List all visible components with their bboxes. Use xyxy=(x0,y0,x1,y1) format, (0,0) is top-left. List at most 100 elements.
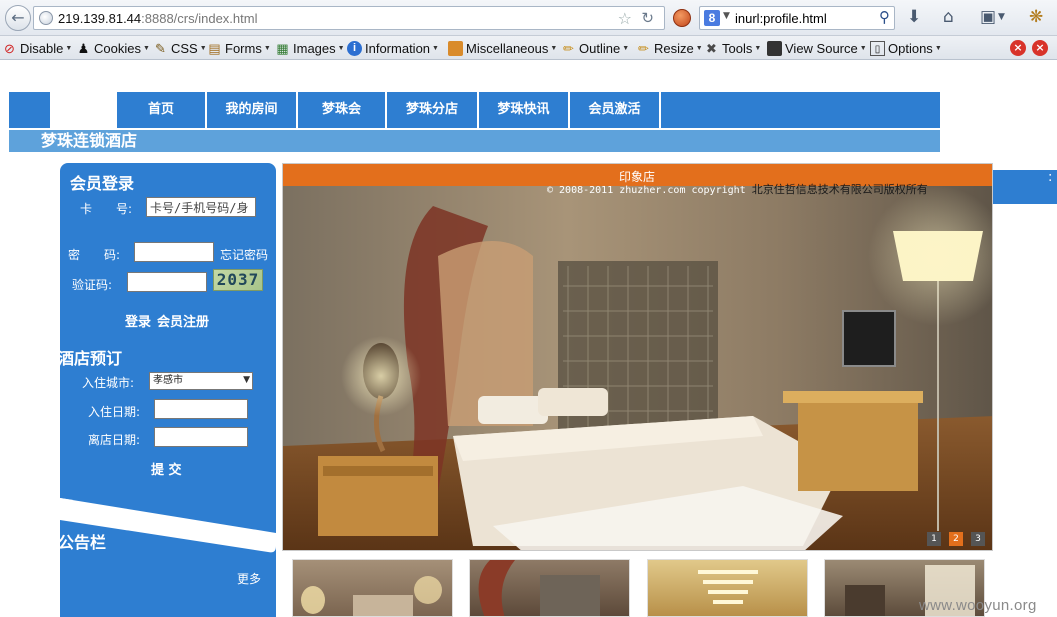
devbar-cookies[interactable]: ♟ Cookies ▼ xyxy=(76,39,150,57)
notice-more-link[interactable]: 更多 xyxy=(237,570,261,587)
devbar-miscellaneous[interactable]: Miscellaneous ▼ xyxy=(448,39,557,57)
banner-slideshow: 印象店 © 2008-2011 zhuzher.com copyright 北京… xyxy=(282,163,993,551)
bookmarks-dropdown-icon[interactable]: ▼ xyxy=(998,12,1005,22)
search-bar[interactable]: 8 ▼ inurl:profile.html ⚲ xyxy=(699,6,895,30)
nav-news[interactable]: 梦珠快讯 xyxy=(477,92,568,128)
panel-divider-overlay xyxy=(60,498,276,553)
card-number-input[interactable]: 卡号/手机号码/身 xyxy=(146,197,256,217)
chevron-down-icon: ▼ xyxy=(754,44,762,52)
download-icon[interactable]: ⬇ xyxy=(907,7,921,27)
bookmark-star-icon[interactable]: ☆ xyxy=(618,9,632,28)
devbar-tools-label: Tools xyxy=(722,40,753,56)
captcha-image[interactable]: 2037 xyxy=(213,269,263,291)
chevron-down-icon: ▼ xyxy=(337,44,345,52)
password-input[interactable] xyxy=(134,242,214,262)
nav-mengzhu-club[interactable]: 梦珠会 xyxy=(296,92,385,128)
thumbnail-1-image xyxy=(301,576,442,616)
chevron-down-icon: ▼ xyxy=(263,44,271,52)
chevron-down-icon: ▼ xyxy=(199,44,207,52)
devbar-resize[interactable]: ✏ Resize ▼ xyxy=(636,39,703,57)
reload-icon[interactable]: ↻ xyxy=(641,9,654,27)
hotel-title-bar: 梦珠连锁酒店 xyxy=(9,130,940,152)
thumbnail-2-image xyxy=(478,560,600,616)
watermark: www.wooyun.org xyxy=(919,597,1037,614)
checkout-date-input[interactable] xyxy=(154,427,248,447)
url-host: 219.139.81.44 xyxy=(58,11,142,26)
banner-copyright: © 2008-2011 zhuzher.com copyright 北京住哲信息… xyxy=(547,181,928,197)
chevron-down-icon: ▼ xyxy=(142,44,150,52)
login-link[interactable]: 登录 xyxy=(125,311,151,330)
outline-pencil-icon: ✏ xyxy=(563,40,574,56)
devbar-outline-label: Outline xyxy=(579,40,621,56)
address-bar[interactable]: 219.139.81.44:8888/crs/index.html ☆ ↻ xyxy=(33,6,665,30)
devbar-view-source-label: View Source xyxy=(785,40,858,56)
devbar-css[interactable]: ✎ CSS ▼ xyxy=(153,39,207,57)
images-picture-icon: ▦ xyxy=(276,40,289,56)
devbar-miscellaneous-label: Miscellaneous xyxy=(466,40,549,56)
register-link[interactable]: 会员注册 xyxy=(157,311,209,330)
chevron-down-icon: ▼ xyxy=(65,44,73,52)
view-source-icon xyxy=(767,40,782,56)
back-arrow-icon[interactable]: ← xyxy=(5,5,31,31)
hotel-name: 梦珠连锁酒店 xyxy=(41,131,138,150)
devbar-options-label: Options xyxy=(888,40,933,56)
browser-navbar: ← 219.139.81.44:8888/crs/index.html ☆ ↻ … xyxy=(0,0,1057,36)
city-select-value: 孝感市 xyxy=(153,375,183,386)
hotel-room-photo[interactable] xyxy=(283,186,993,551)
devbar-options[interactable]: ▯ Options ▼ xyxy=(870,39,942,57)
slide-page-3[interactable]: 3 xyxy=(971,532,985,546)
nav-home[interactable]: 首页 xyxy=(115,92,205,128)
clipped-nav-edge: : xyxy=(1048,170,1053,185)
checkin-label: 入住日期: xyxy=(88,405,141,419)
copyright-en: © 2008-2011 zhuzher.com copyright xyxy=(547,185,746,196)
disable-toolbar-icon[interactable]: × xyxy=(1010,40,1026,56)
slide-page-1[interactable]: 1 xyxy=(927,532,941,546)
city-select[interactable]: 孝感市 ▼ xyxy=(149,372,253,390)
nav-member-activation[interactable]: 会员激活 xyxy=(568,92,661,128)
close-toolbar-icon[interactable]: × xyxy=(1032,40,1048,56)
devbar-images[interactable]: ▦ Images ▼ xyxy=(275,39,345,57)
options-icon: ▯ xyxy=(870,40,885,56)
chevron-down-icon: ▼ xyxy=(622,44,630,52)
booking-title: 酒店预订 xyxy=(58,349,123,368)
card-label: 卡 号: xyxy=(80,202,133,216)
chevron-down-icon: ▼ xyxy=(432,44,439,52)
url-text[interactable]: 219.139.81.44:8888/crs/index.html xyxy=(58,11,257,26)
devbar-view-source[interactable]: View Source ▼ xyxy=(767,39,867,57)
addon-stop-icon[interactable] xyxy=(673,9,691,27)
login-booking-panel: 会员登录 卡 号: 卡号/手机号码/身 密 码: 忘记密码 验证码: 2037 … xyxy=(58,163,276,537)
submit-booking-button[interactable]: 提 交 xyxy=(151,459,182,478)
nav-branches[interactable]: 梦珠分店 xyxy=(385,92,477,128)
devbar-information-label: Information xyxy=(365,40,431,56)
city-label: 入住城市: xyxy=(82,376,135,390)
search-engine-dropdown-icon[interactable]: ▼ xyxy=(723,11,730,21)
thumbnail-1[interactable] xyxy=(292,559,453,617)
chevron-down-icon: ▼ xyxy=(243,375,250,385)
devbar-forms[interactable]: ▤ Forms ▼ xyxy=(207,39,271,57)
devbar-disable[interactable]: ⊘ Disable ▼ xyxy=(2,39,72,57)
devbar-information[interactable]: i Information ▼ xyxy=(347,39,439,57)
devbar-outline[interactable]: ✏ Outline ▼ xyxy=(561,39,629,57)
search-magnifier-icon[interactable]: ⚲ xyxy=(879,8,890,26)
home-icon[interactable]: ⌂ xyxy=(943,7,954,27)
devbar-tools[interactable]: ✖ Tools ▼ xyxy=(704,39,761,57)
devbar-css-label: CSS xyxy=(171,40,198,56)
copyright-cn: 北京住哲信息技术有限公司版权所有 xyxy=(751,183,928,196)
forgot-password-link[interactable]: 忘记密码 xyxy=(220,246,268,263)
captcha-input[interactable] xyxy=(127,272,207,292)
search-engine-icon[interactable]: 8 xyxy=(704,10,720,26)
cookies-icon: ♟ xyxy=(77,40,90,56)
search-query[interactable]: inurl:profile.html xyxy=(735,11,827,26)
nav-my-room[interactable]: 我的房间 xyxy=(205,92,296,128)
checkin-date-input[interactable] xyxy=(154,399,248,419)
slide-page-2[interactable]: 2 xyxy=(949,532,963,546)
bookmarks-menu-icon[interactable]: ▣ xyxy=(980,7,996,27)
miscellaneous-icon xyxy=(448,40,463,56)
chevron-down-icon: ▼ xyxy=(550,44,558,52)
url-path: :8888/crs/index.html xyxy=(141,11,258,26)
thumbnail-3-image xyxy=(698,570,758,604)
thumbnail-2[interactable] xyxy=(469,559,630,617)
firebug-icon[interactable]: ❋ xyxy=(1029,7,1043,27)
forms-clipboard-icon: ▤ xyxy=(208,40,221,56)
thumbnail-3[interactable] xyxy=(647,559,808,617)
